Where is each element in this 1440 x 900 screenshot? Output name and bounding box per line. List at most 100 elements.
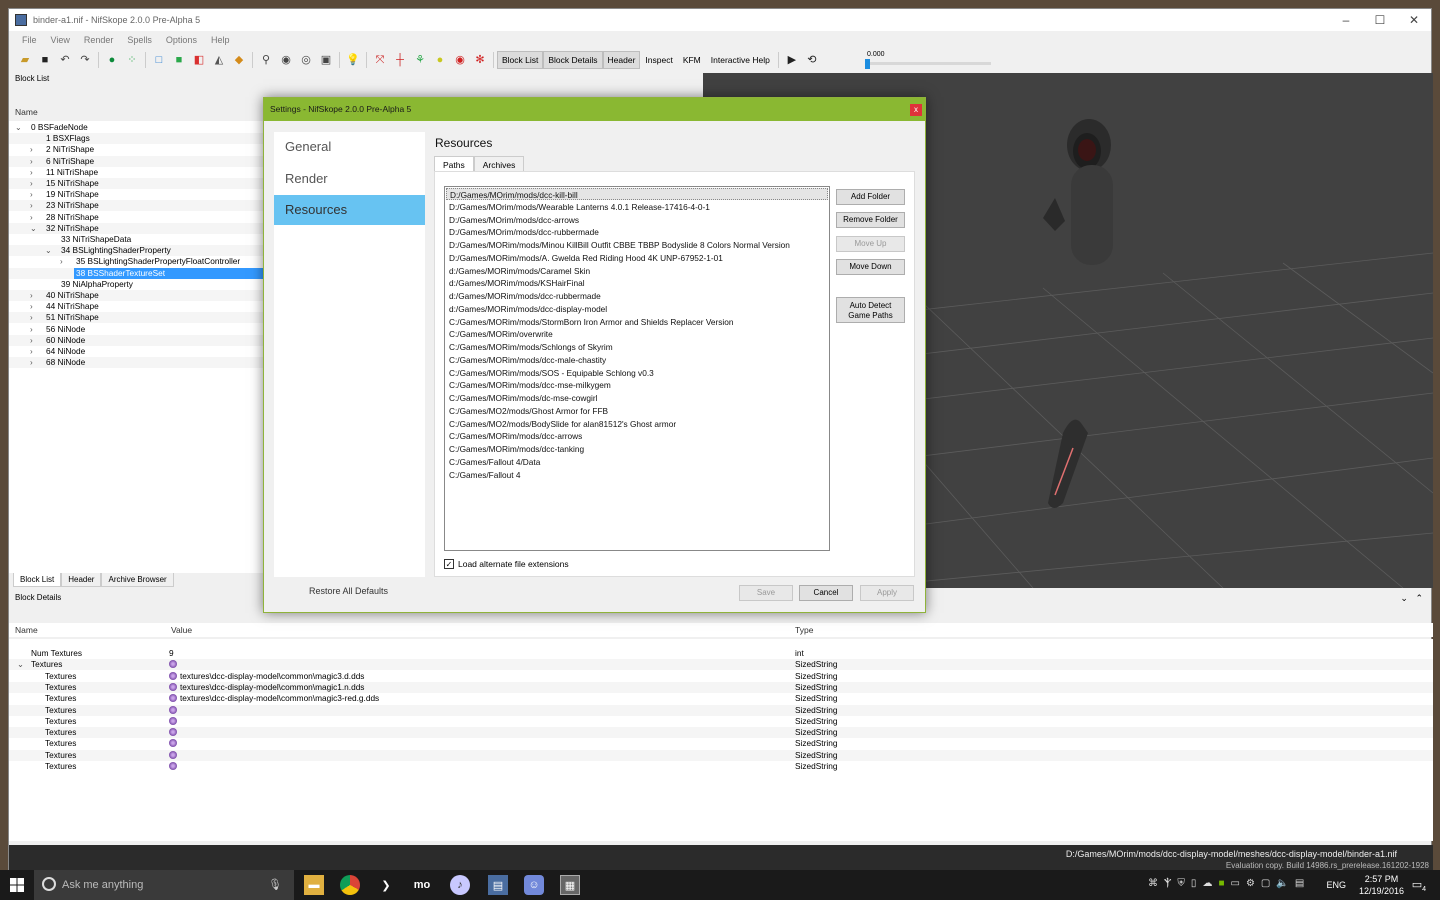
tree-row[interactable]: › 11 NiTriShape bbox=[9, 167, 265, 178]
detail-row[interactable]: Textures SizedString bbox=[9, 738, 1433, 749]
chevron-down-icon[interactable]: ⌄ bbox=[17, 659, 24, 670]
slider-track[interactable] bbox=[865, 62, 991, 65]
path-item[interactable]: D:/Games/MORim/mods/A. Gwelda Red Riding… bbox=[446, 252, 828, 264]
nifskope-taskbar-icon[interactable]: ▦ bbox=[560, 875, 580, 895]
chevron-right-icon[interactable]: › bbox=[30, 212, 40, 223]
path-item[interactable]: d:/Games/MORim/mods/dcc-rubbermade bbox=[446, 290, 828, 302]
file-explorer-icon[interactable]: ▬ bbox=[304, 875, 324, 895]
menu-help[interactable]: Help bbox=[204, 33, 237, 47]
view-top-icon[interactable]: ■ bbox=[172, 53, 186, 67]
clock[interactable]: 2:57 PM 12/19/2016 bbox=[1359, 873, 1404, 897]
chevron-right-icon[interactable]: › bbox=[30, 357, 40, 368]
path-item[interactable]: C:/Games/MORim/mods/dc-mse-cowgirl bbox=[446, 392, 828, 404]
apply-button[interactable]: Apply bbox=[860, 585, 914, 601]
steam-icon[interactable]: ⚙ bbox=[1246, 878, 1255, 889]
texture-icon[interactable] bbox=[169, 739, 177, 748]
app-icon-blue[interactable]: ▤ bbox=[488, 875, 508, 895]
tree-row[interactable]: 33 NiTriShapeData bbox=[9, 234, 265, 245]
column-value[interactable]: Value bbox=[171, 625, 192, 635]
menu-render[interactable]: Render bbox=[77, 33, 121, 47]
expand-all-icon[interactable]: ⌃ bbox=[1415, 593, 1423, 603]
walk-mode-icon[interactable]: ⚲ bbox=[259, 53, 273, 67]
detail-row[interactable]: Textures SizedString bbox=[9, 727, 1433, 739]
toggle-inspect[interactable]: Inspect bbox=[640, 51, 677, 69]
language-indicator[interactable]: ENG bbox=[1326, 880, 1346, 890]
detail-value-cell[interactable] bbox=[169, 750, 180, 761]
tree-row[interactable]: › 44 NiTriShape bbox=[9, 301, 265, 312]
block-list-column-name[interactable]: Name bbox=[9, 107, 265, 119]
select-vertex-icon[interactable]: ⁘ bbox=[125, 53, 139, 67]
menu-spells[interactable]: Spells bbox=[120, 33, 159, 47]
tree-row[interactable]: › 28 NiTriShape bbox=[9, 212, 265, 223]
detail-value-cell[interactable]: textures\dcc-display-model\common\magic1… bbox=[169, 682, 364, 693]
tree-row[interactable]: › 68 NiNode bbox=[9, 357, 265, 369]
nvidia-icon[interactable]: ■ bbox=[1218, 878, 1224, 889]
menu-view[interactable]: View bbox=[44, 33, 77, 47]
detail-row[interactable]: Textures textures\dcc-display-model\commo… bbox=[9, 671, 1433, 682]
discord-icon[interactable]: ☺ bbox=[524, 875, 544, 895]
select-object-icon[interactable]: ● bbox=[105, 53, 119, 67]
toggle-header[interactable]: Header bbox=[602, 51, 641, 69]
detail-row[interactable]: Textures SizedString bbox=[9, 761, 1433, 772]
show-nodes-icon[interactable]: ⚘ bbox=[413, 53, 427, 67]
view-side-icon[interactable]: ◧ bbox=[192, 53, 206, 67]
texture-icon[interactable] bbox=[169, 671, 177, 680]
tab-archive-browser[interactable]: Archive Browser bbox=[101, 573, 174, 587]
play-icon[interactable]: ▶ bbox=[785, 53, 799, 67]
lighting-icon[interactable]: 💡 bbox=[346, 53, 360, 67]
path-item[interactable]: C:/Games/MORim/mods/dcc-male-chastity bbox=[446, 354, 828, 366]
path-item[interactable]: C:/Games/MORim/mods/dcc-arrows bbox=[446, 430, 828, 442]
alt-extensions-option[interactable]: ✓ Load alternate file extensions bbox=[444, 559, 569, 569]
animation-time-slider[interactable]: 0.000 bbox=[865, 51, 991, 69]
tree-row[interactable]: ⌄ 34 BSLightingShaderProperty bbox=[9, 245, 265, 257]
path-item[interactable]: D:/Games/MOrim/mods/dcc-kill-bill bbox=[446, 188, 828, 200]
tree-row[interactable]: › 60 NiNode bbox=[9, 334, 265, 346]
paths-list[interactable]: D:/Games/MOrim/mods/dcc-kill-bill D:/Game… bbox=[444, 186, 830, 551]
path-item[interactable]: D:/Games/MORim/mods/Minou KillBill Outfi… bbox=[446, 239, 828, 251]
view-perspective-icon[interactable]: ◆ bbox=[232, 53, 246, 67]
view-user-icon[interactable]: ◭ bbox=[212, 53, 226, 67]
detail-value-cell[interactable] bbox=[169, 659, 180, 670]
nav-general[interactable]: General bbox=[274, 132, 425, 162]
nav-resources[interactable]: Resources bbox=[274, 195, 425, 225]
tree-row[interactable]: › 40 NiTriShape bbox=[9, 290, 265, 301]
tree-row[interactable]: ⌄ 0 BSFadeNode bbox=[9, 122, 265, 133]
texture-icon[interactable] bbox=[169, 728, 177, 737]
open-folder-icon[interactable]: ▰ bbox=[18, 53, 32, 67]
chevron-right-icon[interactable]: › bbox=[30, 324, 40, 335]
move-up-button[interactable]: Move Up bbox=[836, 236, 905, 252]
tree-row[interactable]: › 64 NiNode bbox=[9, 346, 265, 357]
detail-row[interactable]: Textures SizedString bbox=[9, 716, 1433, 727]
path-item[interactable]: C:/Games/MORim/mods/Schlongs of Skyrim bbox=[446, 341, 828, 353]
network-share-icon[interactable]: Ⲯ bbox=[1164, 878, 1171, 889]
mo-app-icon[interactable]: mo bbox=[412, 875, 432, 895]
path-item[interactable]: d:/Games/MORim/mods/Caramel Skin bbox=[446, 265, 828, 277]
tree-row[interactable]: › 2 NiTriShape bbox=[9, 144, 265, 155]
action-center-icon[interactable]: ▭4 bbox=[1412, 878, 1426, 893]
path-item[interactable]: C:/Games/MORim/mods/dcc-mse-milkygem bbox=[446, 379, 828, 391]
show-grid-icon[interactable]: ┼ bbox=[393, 53, 407, 67]
chevron-down-icon[interactable]: ⌄ bbox=[15, 122, 25, 133]
tab-block-list[interactable]: Block List bbox=[13, 573, 62, 587]
remove-folder-button[interactable]: Remove Folder bbox=[836, 212, 905, 228]
chevron-right-icon[interactable]: › bbox=[30, 290, 40, 301]
tree-row[interactable]: 1 BSXFlags bbox=[9, 133, 265, 145]
alt-extensions-checkbox[interactable]: ✓ bbox=[444, 559, 454, 569]
texture-icon[interactable] bbox=[169, 762, 177, 770]
chevron-right-icon[interactable]: › bbox=[30, 346, 40, 357]
texture-icon[interactable] bbox=[169, 705, 177, 714]
redo-icon[interactable]: ↷ bbox=[78, 53, 92, 67]
texture-icon[interactable] bbox=[169, 694, 177, 703]
path-item[interactable]: d:/Games/MORim/mods/dcc-display-model bbox=[446, 303, 828, 315]
chevron-right-icon[interactable]: › bbox=[30, 335, 40, 346]
chevron-right-icon[interactable]: › bbox=[30, 200, 40, 211]
texture-icon[interactable] bbox=[169, 682, 177, 691]
path-item[interactable]: C:/Games/MORim/mods/StormBorn Iron Armor… bbox=[446, 316, 828, 328]
move-down-button[interactable]: Move Down bbox=[836, 259, 905, 275]
detail-value-cell[interactable]: textures\dcc-display-model\common\magic3… bbox=[169, 693, 379, 704]
tree-row[interactable]: 39 NiAlphaProperty bbox=[9, 279, 265, 290]
wifi-icon[interactable]: ▤ bbox=[1295, 878, 1304, 889]
nav-render[interactable]: Render bbox=[274, 164, 425, 194]
detail-value-cell[interactable] bbox=[169, 738, 180, 749]
detail-row[interactable]: Textures SizedString bbox=[9, 749, 1433, 761]
